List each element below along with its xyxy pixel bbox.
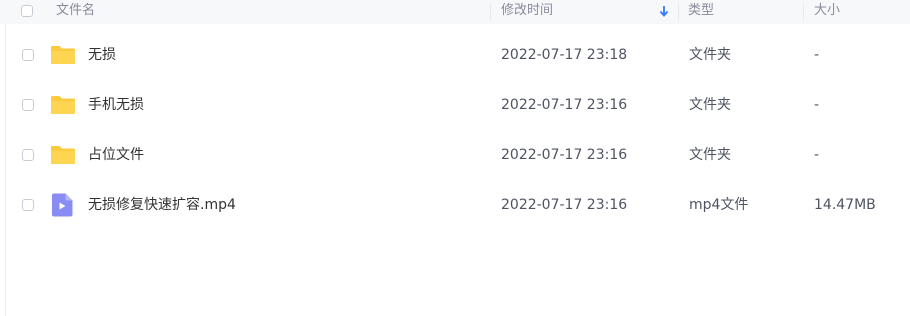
file-name[interactable]: 无损 bbox=[88, 30, 116, 80]
sort-arrow-down-icon[interactable] bbox=[659, 4, 669, 18]
column-header-type[interactable]: 类型 bbox=[688, 0, 714, 24]
column-divider bbox=[490, 3, 491, 21]
column-header-name[interactable]: 文件名 bbox=[56, 0, 95, 24]
file-modified-time: 2022-07-17 23:16 bbox=[501, 97, 628, 113]
file-modified-time: 2022-07-17 23:16 bbox=[501, 197, 628, 213]
column-divider bbox=[678, 3, 679, 21]
file-type: 文件夹 bbox=[689, 147, 731, 163]
file-size: - bbox=[814, 97, 820, 113]
file-type: mp4文件 bbox=[689, 197, 749, 213]
file-name[interactable]: 无损修复快速扩容.mp4 bbox=[88, 180, 236, 230]
column-header-size[interactable]: 大小 bbox=[814, 0, 840, 24]
file-row[interactable]: 占位文件 2022-07-17 23:16 文件夹 - bbox=[0, 130, 910, 180]
video-file-icon bbox=[52, 193, 73, 217]
file-size: 14.47MB bbox=[814, 197, 876, 213]
file-modified-time: 2022-07-17 23:18 bbox=[501, 47, 628, 63]
file-list-header: 文件名 修改时间 类型 大小 bbox=[0, 0, 910, 24]
file-row[interactable]: 手机无损 2022-07-17 23:16 文件夹 - bbox=[0, 80, 910, 130]
column-divider bbox=[803, 3, 804, 21]
file-name[interactable]: 手机无损 bbox=[88, 80, 144, 130]
row-checkbox[interactable] bbox=[22, 199, 34, 211]
file-name[interactable]: 占位文件 bbox=[88, 130, 144, 180]
column-header-modified[interactable]: 修改时间 bbox=[501, 0, 553, 24]
file-row[interactable]: 无损 2022-07-17 23:18 文件夹 - bbox=[0, 30, 910, 80]
row-checkbox[interactable] bbox=[22, 99, 34, 111]
file-row[interactable]: 无损修复快速扩容.mp4 2022-07-17 23:16 mp4文件 14.4… bbox=[0, 180, 910, 230]
folder-icon bbox=[51, 96, 75, 114]
row-checkbox[interactable] bbox=[22, 49, 34, 61]
file-type: 文件夹 bbox=[689, 47, 731, 63]
select-all-checkbox[interactable] bbox=[21, 5, 33, 17]
folder-icon bbox=[51, 146, 75, 164]
file-modified-time: 2022-07-17 23:16 bbox=[501, 147, 628, 163]
file-size: - bbox=[814, 147, 820, 163]
file-type: 文件夹 bbox=[689, 97, 731, 113]
file-size: - bbox=[814, 47, 820, 63]
folder-icon bbox=[51, 46, 75, 64]
row-checkbox[interactable] bbox=[22, 149, 34, 161]
